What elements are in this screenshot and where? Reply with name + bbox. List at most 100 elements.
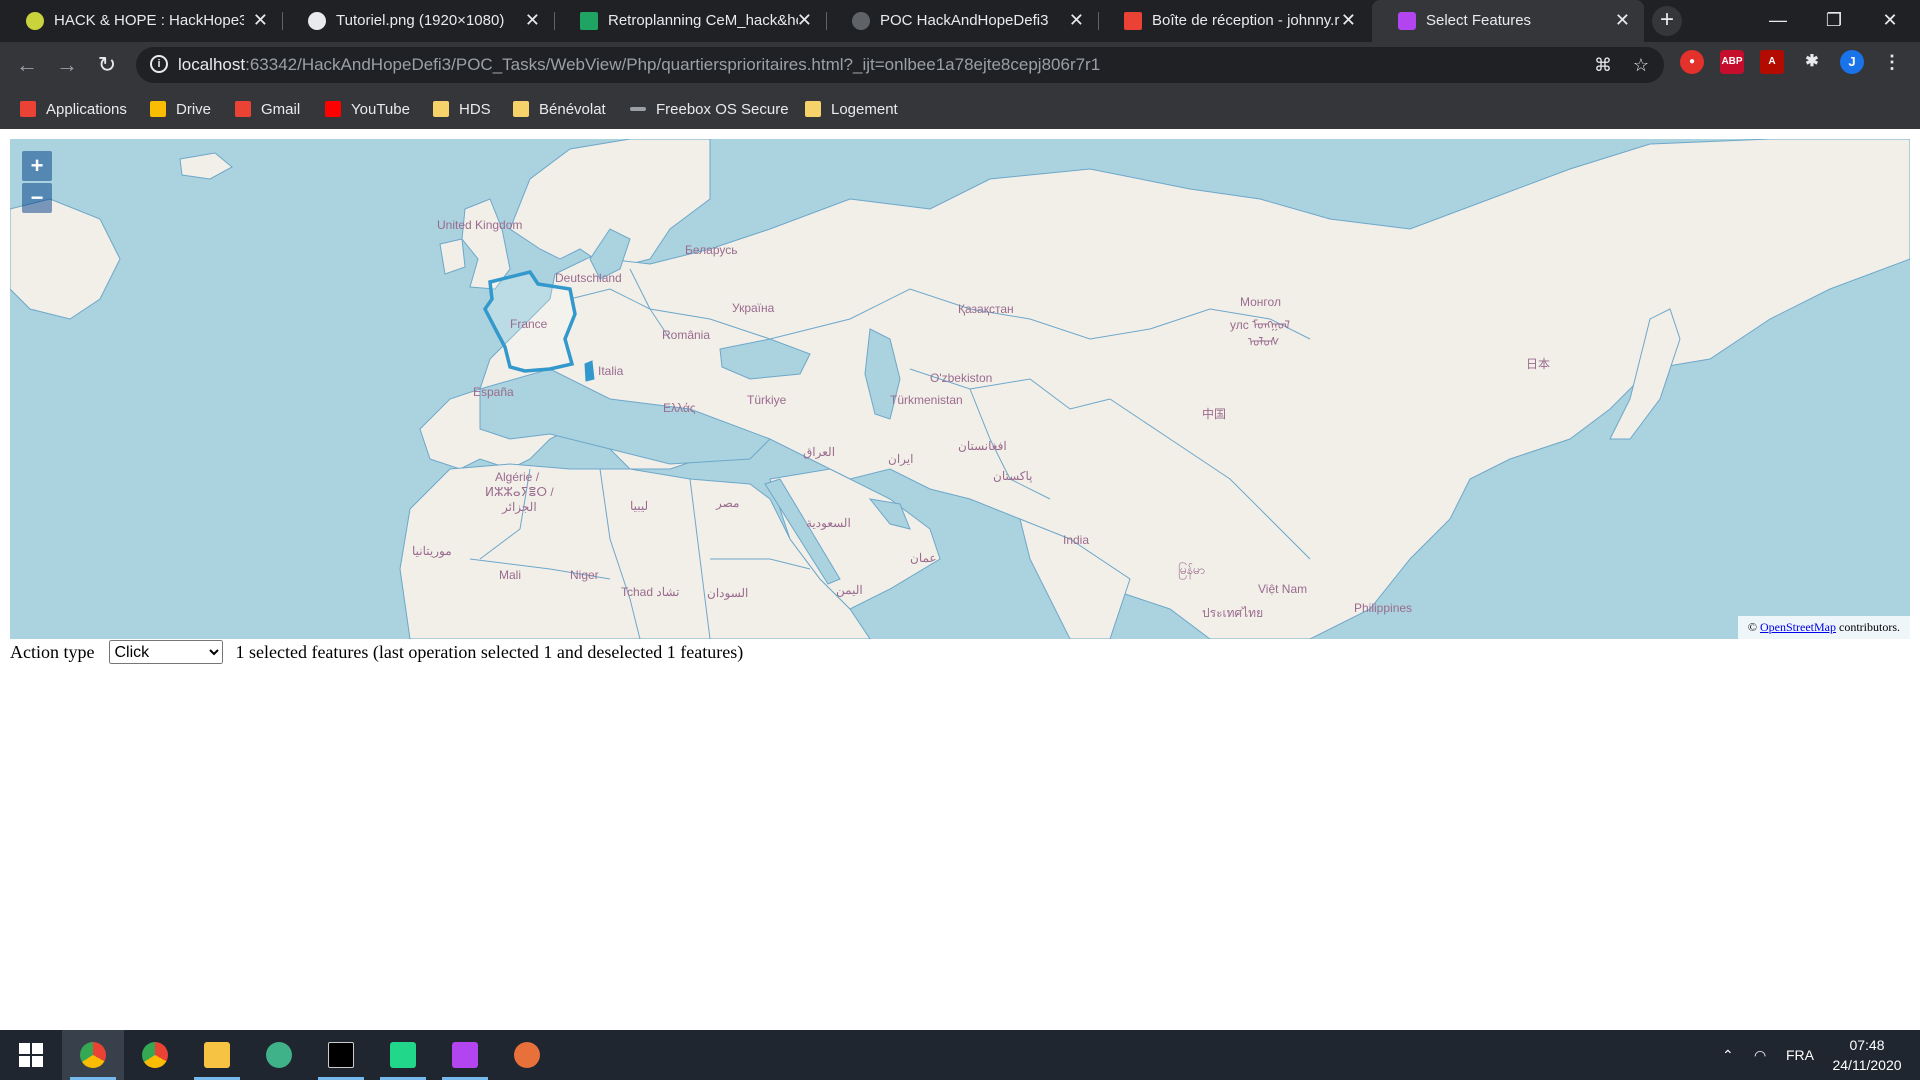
land-greenland <box>10 198 121 320</box>
chrome-profile-icon <box>142 1042 168 1068</box>
map-label: O'zbekiston <box>930 371 993 385</box>
bookmark-logement[interactable]: Logement <box>805 98 898 120</box>
globe-icon <box>308 12 326 30</box>
wifi-icon[interactable]: ◠ <box>1754 1030 1766 1080</box>
back-button[interactable]: ← <box>12 50 42 80</box>
map-label: ⵍⵣⵣⴰⵢⴻⵔ / <box>485 485 554 499</box>
taskbar-terminal[interactable] <box>310 1030 372 1080</box>
tab-label: Tutoriel.png (1920×1080) <box>336 12 505 29</box>
taskbar-atom[interactable] <box>248 1030 310 1080</box>
bookmark-hds[interactable]: HDS <box>433 98 491 120</box>
map-label: România <box>662 328 711 342</box>
pdf-extension-icon[interactable]: A <box>1760 50 1784 74</box>
new-tab-button[interactable]: + <box>1652 6 1682 36</box>
bookmark-label: Freebox OS Secure <box>656 100 789 118</box>
map-label: الجزائر <box>502 500 537 514</box>
bookmark-label: YouTube <box>351 100 410 118</box>
map-label: السعودية <box>806 516 851 530</box>
language-indicator[interactable]: FRA <box>1786 1030 1814 1080</box>
close-icon[interactable]: ✕ <box>253 10 268 31</box>
map-viewport[interactable]: + − United Kingdom Deutschland Беларусь … <box>10 139 1910 639</box>
bookmark-label: Drive <box>176 100 212 118</box>
drive-icon <box>150 101 166 117</box>
url-path: :63342/HackAndHopeDefi3/POC_Tasks/WebVie… <box>245 55 1101 74</box>
map-label: France <box>510 317 548 331</box>
map-label: Türkiye <box>747 393 787 407</box>
profile-avatar[interactable]: J <box>1840 50 1864 74</box>
taskbar-app[interactable] <box>496 1030 558 1080</box>
map-label: ᠤᠯᠤᠰ <box>1248 335 1280 349</box>
abp-extension-icon[interactable]: ABP <box>1720 50 1744 74</box>
url-text[interactable]: localhost:63342/HackAndHopeDefi3/POC_Tas… <box>178 55 1100 75</box>
bookmarks-bar: Applications Drive Gmail YouTube HDS Bén… <box>0 88 1920 129</box>
taskbar-file-explorer[interactable] <box>186 1030 248 1080</box>
chrome-icon <box>80 1042 106 1068</box>
bookmark-freebox[interactable]: Freebox OS Secure <box>630 98 789 120</box>
tab-gmail[interactable]: Boîte de réception - johnny.r ✕ <box>1098 0 1370 42</box>
map-label: Algérie / <box>495 470 540 484</box>
hackhope-icon <box>26 12 44 30</box>
minimize-button[interactable]: — <box>1750 0 1806 40</box>
bookmark-applications[interactable]: Applications <box>20 98 127 120</box>
menu-kebab-icon[interactable]: ⋮ <box>1880 50 1904 74</box>
zoom-in-button[interactable]: + <box>22 151 52 181</box>
info-icon[interactable]: i <box>150 55 168 73</box>
forward-button[interactable]: → <box>52 50 82 80</box>
phpstorm-icon <box>1398 12 1416 30</box>
close-icon[interactable]: ✕ <box>1341 10 1356 31</box>
close-icon[interactable]: ✕ <box>1615 10 1630 31</box>
phpstorm-icon <box>452 1042 478 1068</box>
tab-hackhope[interactable]: HACK & HOPE : HackHope3 ✕ <box>0 0 282 42</box>
extensions-puzzle-icon[interactable]: ✱ <box>1800 50 1824 74</box>
taskbar-clock[interactable]: 07:48 24/11/2020 <box>1828 1035 1906 1075</box>
action-type-select[interactable]: Click <box>109 640 224 664</box>
close-icon[interactable]: ✕ <box>797 10 812 31</box>
bookmark-label: Bénévolat <box>539 100 606 118</box>
copyright-symbol: © <box>1747 620 1758 634</box>
taskbar-chrome[interactable] <box>62 1030 124 1080</box>
map-label: Ελλάς <box>663 401 696 415</box>
folder-icon <box>513 101 529 117</box>
zoom-out-button[interactable]: − <box>22 183 52 213</box>
close-icon[interactable]: ✕ <box>1069 10 1084 31</box>
bookmark-gmail[interactable]: Gmail <box>235 98 300 120</box>
taskbar-pycharm[interactable] <box>372 1030 434 1080</box>
taskbar-phpstorm[interactable] <box>434 1030 496 1080</box>
map-label: 中国 <box>1202 407 1227 421</box>
translate-icon[interactable]: ⌘ <box>1592 54 1614 76</box>
url-host: localhost <box>178 55 246 74</box>
tab-retroplanning[interactable]: Retroplanning CeM_hack&hc ✕ <box>554 0 826 42</box>
reload-button[interactable]: ↻ <box>92 50 122 80</box>
map-label: پاکستان <box>993 469 1033 483</box>
bookmark-benevolat[interactable]: Bénévolat <box>513 98 606 120</box>
adblock-extension-icon[interactable]: ● <box>1680 50 1704 74</box>
bookmark-drive[interactable]: Drive <box>150 98 211 120</box>
close-icon[interactable]: ✕ <box>525 10 540 31</box>
map-label: Deutschland <box>555 271 622 285</box>
freebox-icon <box>630 107 646 111</box>
bookmark-youtube[interactable]: YouTube <box>325 98 410 120</box>
map-label: España <box>473 385 514 399</box>
land-iceland <box>179 152 233 180</box>
taskbar-chrome-profile[interactable] <box>124 1030 186 1080</box>
close-window-button[interactable]: ✕ <box>1862 0 1918 40</box>
map-label: افغانستان <box>958 439 1007 453</box>
land-corsica <box>584 360 595 382</box>
tab-tutoriel[interactable]: Tutoriel.png (1920×1080) ✕ <box>282 0 554 42</box>
address-bar[interactable]: i localhost:63342/HackAndHopeDefi3/POC_T… <box>136 47 1664 83</box>
tray-chevron-icon[interactable]: ⌃ <box>1722 1030 1734 1080</box>
map-canvas[interactable] <box>10 139 1910 639</box>
map-label: Türkmenistan <box>890 393 963 407</box>
tab-label: HACK & HOPE : HackHope3 <box>54 12 244 29</box>
github-icon <box>852 12 870 30</box>
openstreetmap-link[interactable]: OpenStreetMap <box>1760 620 1836 634</box>
tab-poc[interactable]: POC HackAndHopeDefi3 ✕ <box>826 0 1098 42</box>
windows-start-button[interactable] <box>0 1030 62 1080</box>
clock-date: 24/11/2020 <box>1832 1057 1902 1073</box>
bookmark-star-icon[interactable]: ☆ <box>1630 54 1652 76</box>
youtube-icon <box>325 101 341 117</box>
tab-select-features[interactable]: Select Features ✕ <box>1372 0 1644 42</box>
file-explorer-icon <box>204 1042 230 1068</box>
gmail-icon <box>235 101 251 117</box>
restore-button[interactable]: ❐ <box>1806 0 1862 40</box>
